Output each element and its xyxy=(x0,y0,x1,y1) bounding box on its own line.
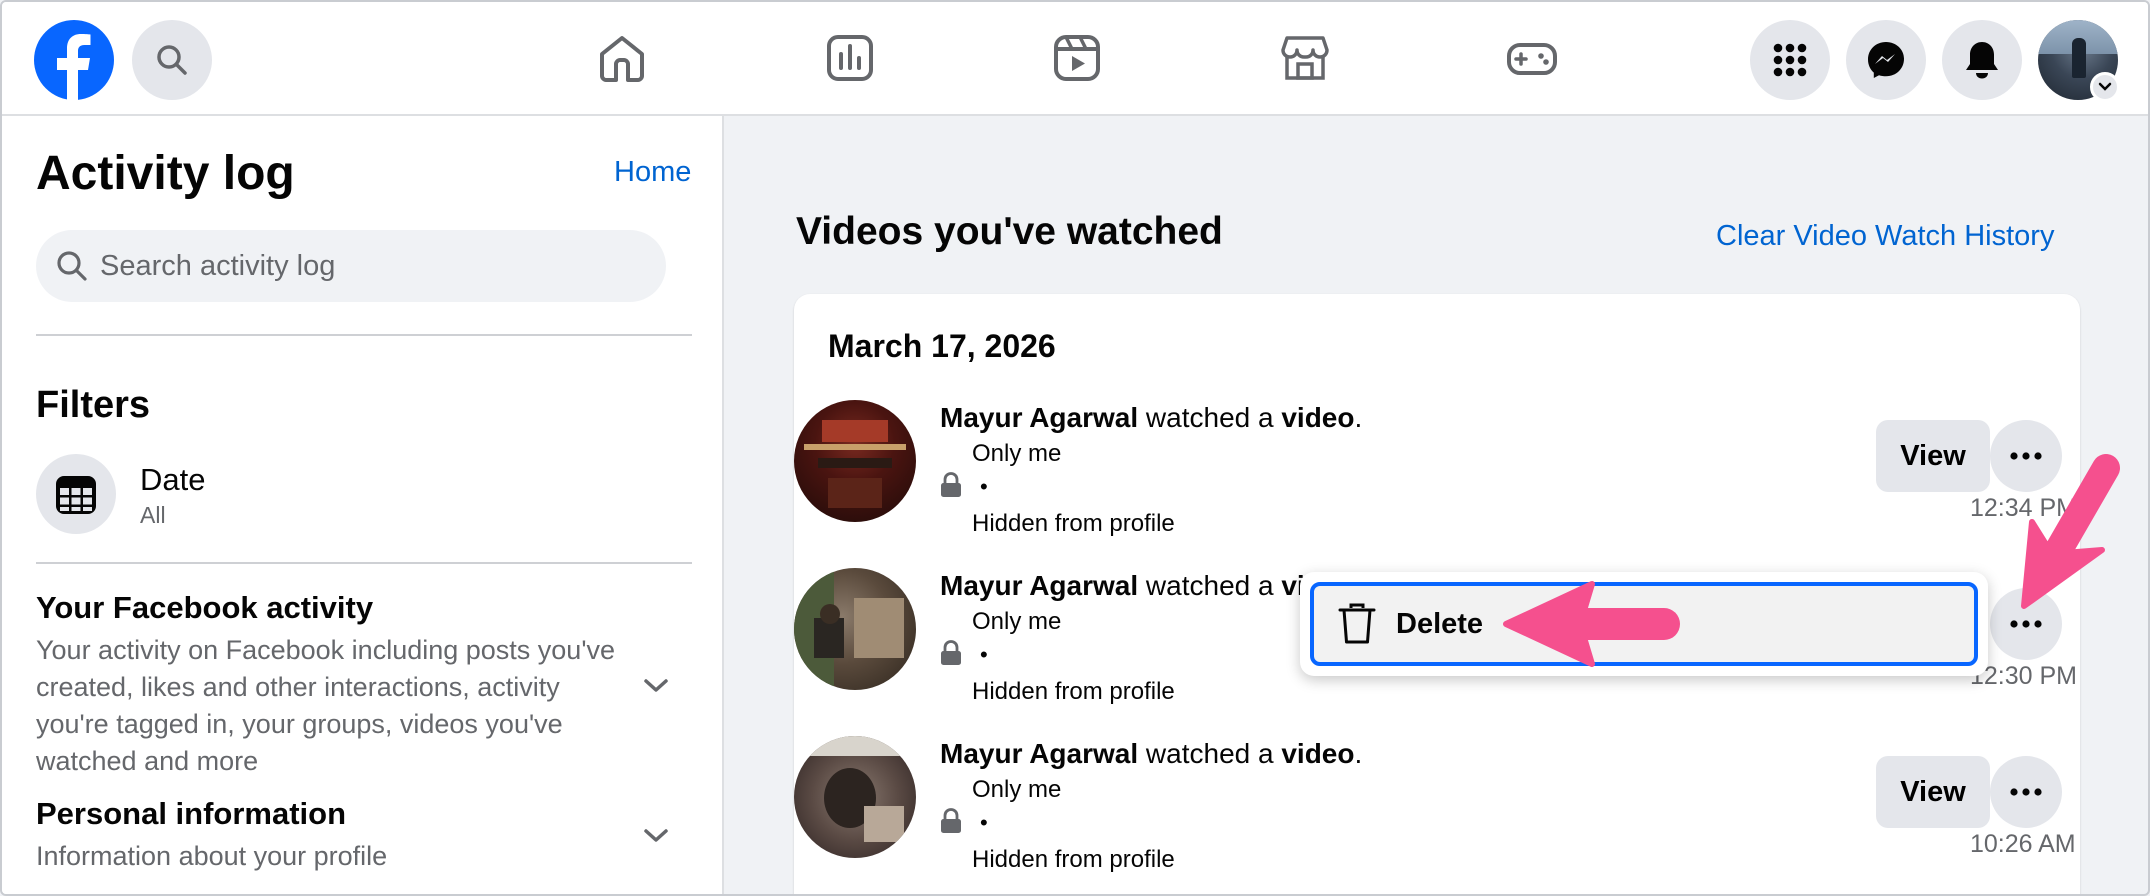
app-frame: Activity log Home Filters Date All Your … xyxy=(0,0,2150,896)
activity-end: . xyxy=(1354,402,1363,433)
category-description: Your activity on Facebook including post… xyxy=(36,635,615,776)
menu-grid-icon[interactable] xyxy=(1750,20,1830,100)
home-link[interactable]: Home xyxy=(614,156,691,189)
search-icon xyxy=(57,251,87,281)
activity-description: Mayur Agarwal watched a video. xyxy=(940,402,1362,434)
audience-label: Only me xyxy=(972,440,1062,467)
marketplace-icon[interactable] xyxy=(1277,30,1333,86)
chevron-down-icon[interactable] xyxy=(638,818,674,854)
clear-watch-history-link[interactable]: Clear Video Watch History xyxy=(1716,220,2054,253)
video-icon[interactable] xyxy=(1049,30,1105,86)
more-options-icon[interactable] xyxy=(1990,756,2062,828)
activity-action: watched a xyxy=(1138,402,1282,433)
options-popup-menu: Delete xyxy=(1300,572,1988,676)
trash-icon xyxy=(1338,603,1376,644)
search-input[interactable] xyxy=(100,230,640,302)
category-description: Information about your profile xyxy=(36,841,388,871)
notifications-icon[interactable] xyxy=(1942,20,2022,100)
separator-dot: • xyxy=(980,810,988,835)
avatar-figure-decoration xyxy=(2072,38,2086,78)
date-filter-label: Date xyxy=(140,462,206,497)
activity-object: video xyxy=(1281,738,1355,769)
date-filter[interactable]: Date All xyxy=(36,454,436,538)
lock-icon xyxy=(941,808,961,833)
facebook-logo-icon[interactable] xyxy=(34,20,114,100)
actor-name: Mayur Agarwal xyxy=(940,402,1139,433)
sidebar-title: Activity log xyxy=(36,147,295,200)
separator-dot: • xyxy=(980,474,988,499)
home-icon[interactable] xyxy=(594,30,650,86)
video-thumbnail[interactable] xyxy=(794,400,916,522)
search-icon[interactable] xyxy=(132,20,212,100)
divider xyxy=(36,334,692,336)
date-heading: March 17, 2026 xyxy=(828,328,1056,364)
lock-icon xyxy=(941,472,961,497)
messenger-icon[interactable] xyxy=(1846,20,1926,100)
activity-time: 12:34 PM xyxy=(1970,494,2078,522)
activity-action: watched a xyxy=(1138,570,1282,601)
activity-log-sidebar: Activity log Home Filters Date All Your … xyxy=(2,116,724,894)
video-thumbnail[interactable] xyxy=(794,568,916,690)
audience-label: Only me xyxy=(972,608,1062,635)
category-facebook-activity[interactable]: Your Facebook activity Your activity on … xyxy=(36,590,696,780)
calendar-icon xyxy=(36,454,116,534)
activity-entry: Mayur Agarwal watched a video. Only me •… xyxy=(794,736,2080,894)
actor-name: Mayur Agarwal xyxy=(940,570,1139,601)
activity-end: . xyxy=(1354,738,1363,769)
lock-icon xyxy=(941,640,961,665)
activity-entry: Mayur Agarwal watched a video. Only me •… xyxy=(794,400,2080,560)
chevron-down-icon[interactable] xyxy=(638,668,674,704)
activity-time: 10:26 AM xyxy=(1970,830,2076,858)
category-title: Your Facebook activity xyxy=(36,590,374,625)
filters-heading: Filters xyxy=(36,384,151,426)
visibility-label: Hidden from profile xyxy=(972,678,1175,705)
video-thumbnail[interactable] xyxy=(794,736,916,858)
visibility-label: Hidden from profile xyxy=(972,846,1175,873)
delete-label: Delete xyxy=(1396,608,1484,640)
more-options-icon[interactable] xyxy=(1990,588,2062,660)
category-personal-information[interactable]: Personal information Information about y… xyxy=(36,796,696,875)
view-button[interactable]: View xyxy=(1876,420,1990,492)
search-activity-box[interactable] xyxy=(36,230,666,302)
visibility-label: Hidden from profile xyxy=(972,510,1175,537)
delete-menu-item[interactable]: Delete xyxy=(1310,582,1978,666)
divider xyxy=(36,562,692,564)
actor-name: Mayur Agarwal xyxy=(940,738,1139,769)
activity-description: Mayur Agarwal watched a video. xyxy=(940,738,1362,770)
date-filter-value: All xyxy=(140,502,166,528)
activity-description: Mayur Agarwal watched a video. xyxy=(940,570,1362,602)
view-button[interactable]: View xyxy=(1876,756,1990,828)
activity-object: video xyxy=(1281,402,1355,433)
category-title: Personal information xyxy=(36,796,347,831)
more-options-icon[interactable] xyxy=(1990,420,2062,492)
chevron-down-icon[interactable] xyxy=(2090,72,2120,102)
page-title: Videos you've watched xyxy=(796,210,1223,253)
gaming-icon[interactable] xyxy=(1504,30,1560,86)
activity-action: watched a xyxy=(1138,738,1282,769)
separator-dot: • xyxy=(980,642,988,667)
top-navigation-bar xyxy=(2,2,2148,116)
dashboard-icon[interactable] xyxy=(822,30,878,86)
audience-label: Only me xyxy=(972,776,1062,803)
